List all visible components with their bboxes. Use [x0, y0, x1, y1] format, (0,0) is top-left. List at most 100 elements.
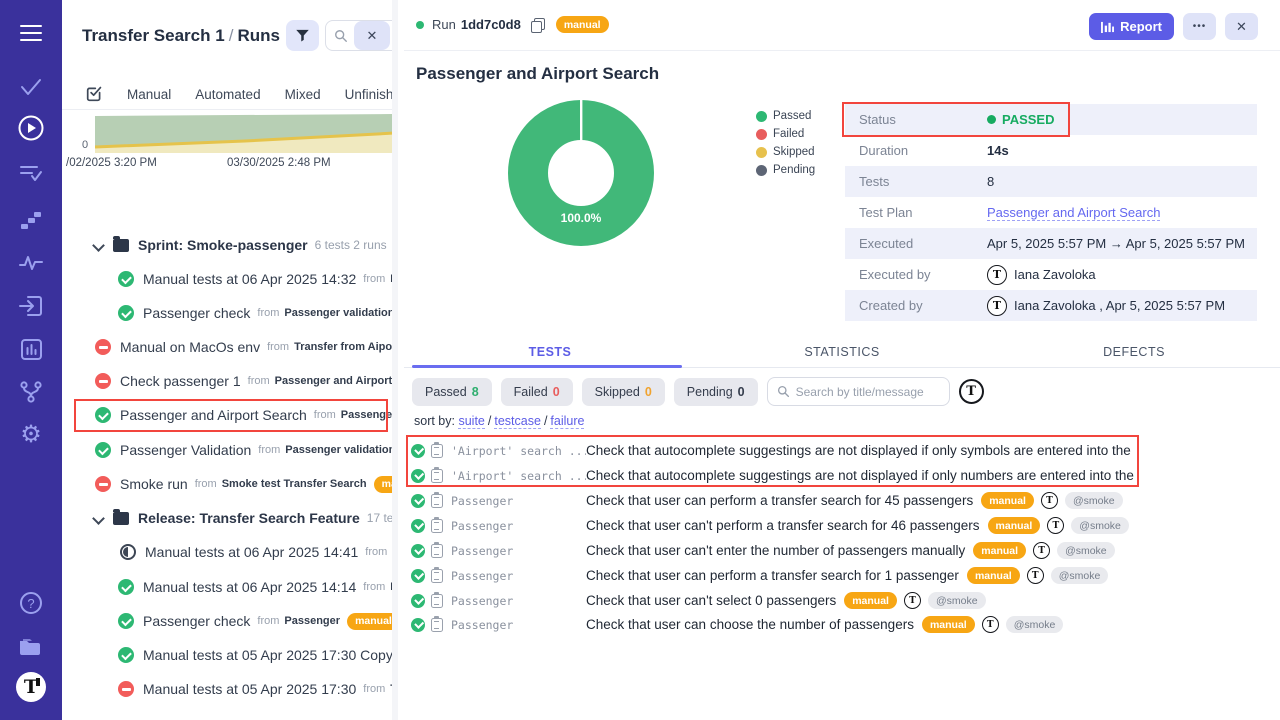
passed-icon — [95, 442, 111, 458]
checkmark-nav-icon[interactable] — [0, 72, 62, 102]
tree-folder-release[interactable]: Release: Transfer Search Feature 17 test… — [62, 503, 398, 533]
more-button[interactable]: ••• — [1183, 13, 1216, 40]
from-label: from — [195, 478, 217, 490]
tab-defects[interactable]: DEFECTS — [988, 338, 1280, 367]
activity-pulse-icon[interactable] — [0, 248, 62, 278]
gear-icon[interactable]: ⚙ — [0, 420, 62, 450]
chevron-down-icon[interactable] — [93, 513, 103, 523]
test-row[interactable]: 'Airport' search ... Check that autocomp… — [404, 438, 1149, 463]
tree-run-selected[interactable]: Passenger and Airport Search from Passen… — [62, 400, 398, 430]
breadcrumb: Transfer Search 1/Runs — [82, 26, 280, 46]
detail-row-created-by: Created by TIana Zavoloka , Apr 5, 2025 … — [845, 290, 1257, 321]
tree-run[interactable]: Manual tests at 06 Apr 2025 14:4 — [62, 713, 398, 720]
tree-run[interactable]: Manual tests at 05 Apr 2025 17:30 from T… — [62, 674, 398, 704]
test-title[interactable]: Check that user can choose the number of… — [586, 617, 914, 632]
bar-chart-icon[interactable] — [0, 334, 62, 364]
sort-by-suite[interactable]: suite — [458, 414, 484, 429]
run-play-icon[interactable] — [0, 113, 62, 143]
tree-run[interactable]: Manual tests at 06 Apr 2025 14:32 from P… — [62, 264, 398, 294]
tree-folder-sprint[interactable]: Sprint: Smoke-passenger 6 tests 2 runs — [62, 230, 398, 260]
user-filter-avatar[interactable]: T — [959, 379, 984, 404]
panel-close-button[interactable]: ✕ — [354, 21, 390, 50]
test-row[interactable]: Passenger Check that user can perform a … — [404, 488, 1149, 513]
test-row[interactable]: Passenger Check that user can't enter th… — [404, 538, 1149, 563]
tree-run[interactable]: Check passenger 1 from Passenger and Air… — [62, 366, 398, 396]
smoke-tag[interactable]: @smoke — [1057, 542, 1115, 559]
testcase-icon — [431, 594, 443, 608]
smoke-tag[interactable]: @smoke — [928, 592, 986, 609]
test-row[interactable]: Passenger Check that user can choose the… — [404, 612, 1149, 637]
steps-icon[interactable] — [0, 205, 62, 235]
avatar: T — [1047, 517, 1064, 534]
filter-button[interactable] — [286, 20, 319, 51]
passed-icon — [118, 271, 134, 287]
tab-automated[interactable]: Automated — [195, 87, 260, 102]
list-check-icon[interactable] — [0, 158, 62, 188]
tree-run[interactable]: Manual tests at 06 Apr 2025 14:41 from T… — [62, 537, 398, 567]
tree-run[interactable]: Passenger check from Passenger manual 6 — [62, 606, 398, 636]
passed-icon — [411, 618, 425, 632]
manual-badge: manual — [556, 16, 609, 33]
tree-run[interactable]: Manual tests at 05 Apr 2025 17:30 Copy f… — [62, 640, 398, 670]
filter-skipped[interactable]: Skipped0 — [582, 378, 665, 406]
sort-by-failure[interactable]: failure — [550, 414, 584, 429]
detail-row-executed-by: Executed by TIana Zavoloka — [845, 259, 1257, 290]
avatar: T — [982, 616, 999, 633]
sort-by-testcase[interactable]: testcase — [494, 414, 541, 429]
tests-search[interactable] — [767, 377, 950, 406]
test-title[interactable]: Check that user can't enter the number o… — [586, 543, 965, 558]
test-title[interactable]: Check that user can't select 0 passenger… — [586, 593, 836, 608]
testcase-icon — [431, 618, 443, 632]
report-button[interactable]: Report — [1089, 13, 1174, 40]
tree-run[interactable]: Smoke run from Smoke test Transfer Searc… — [62, 469, 398, 499]
git-branch-icon[interactable] — [0, 377, 62, 407]
from-target: Pass — [390, 273, 398, 285]
filter-pending[interactable]: Pending0 — [674, 378, 758, 406]
tab-manual[interactable]: Manual — [127, 87, 171, 102]
test-title[interactable]: Check that user can't perform a transfer… — [586, 518, 980, 533]
filter-passed[interactable]: Passed8 — [412, 378, 492, 406]
copy-icon[interactable] — [531, 18, 544, 32]
test-title[interactable]: Check that autocomplete suggestings are … — [586, 443, 1131, 458]
chevron-down-icon[interactable] — [93, 240, 103, 250]
test-row[interactable]: Passenger Check that user can't perform … — [404, 513, 1149, 538]
suite-label: 'Airport' search ... — [451, 444, 586, 458]
tree-run[interactable]: Manual tests at 06 Apr 2025 14:14 from P… — [62, 572, 398, 602]
from-label: from — [363, 581, 385, 593]
from-target: Passenger validation — [285, 444, 395, 456]
tree-run[interactable]: Manual on MacOs env from Transfer from A… — [62, 332, 398, 362]
test-row[interactable]: 'Airport' search ... Check that autocomp… — [404, 463, 1149, 488]
tab-statistics[interactable]: STATISTICS — [696, 338, 988, 367]
from-target: Transfer from Aiport — [294, 341, 398, 353]
tree-run[interactable]: Passenger check from Passenger validatio… — [62, 298, 398, 328]
tab-tests[interactable]: TESTS — [404, 338, 696, 367]
from-target: Passenger and Airport Search — [275, 375, 398, 387]
test-row[interactable]: Passenger Check that user can't select 0… — [404, 588, 1149, 613]
testomat-logo[interactable]: T — [0, 672, 62, 702]
select-runs-icon[interactable] — [86, 85, 103, 105]
smoke-tag[interactable]: @smoke — [1071, 517, 1129, 534]
folder-meta: 17 tests 5 runs — [367, 511, 398, 525]
smoke-tag[interactable]: @smoke — [1006, 616, 1064, 633]
sign-in-icon[interactable] — [0, 291, 62, 321]
smoke-tag[interactable]: @smoke — [1051, 567, 1109, 584]
tab-mixed[interactable]: Mixed — [285, 87, 321, 102]
test-title[interactable]: Check that user can perform a transfer s… — [586, 568, 959, 583]
runs-history-chart[interactable]: 0 /02/2025 3:20 PM 03/30/2025 2:48 PM — [62, 111, 398, 171]
passed-icon — [411, 519, 425, 533]
test-row[interactable]: Passenger Check that user can perform a … — [404, 563, 1149, 588]
help-icon[interactable]: ? — [0, 588, 62, 618]
test-title[interactable]: Check that autocomplete suggestings are … — [586, 468, 1134, 483]
projects-folder-icon[interactable] — [0, 631, 62, 661]
test-plan-link[interactable]: Passenger and Airport Search — [987, 205, 1160, 221]
filter-failed[interactable]: Failed0 — [501, 378, 573, 406]
tab-unfinished[interactable]: Unfinished — [345, 87, 398, 102]
tests-search-input[interactable] — [796, 385, 926, 399]
chart-date-1: /02/2025 3:20 PM — [66, 157, 157, 169]
hamburger-menu-icon[interactable] — [0, 18, 62, 48]
tree-run[interactable]: Passenger Validation from Passenger vali… — [62, 435, 398, 465]
breadcrumb-project[interactable]: Transfer Search 1 — [82, 26, 225, 45]
close-run-button[interactable]: ✕ — [1225, 13, 1258, 40]
smoke-tag[interactable]: @smoke — [1065, 492, 1123, 509]
test-title[interactable]: Check that user can perform a transfer s… — [586, 493, 973, 508]
